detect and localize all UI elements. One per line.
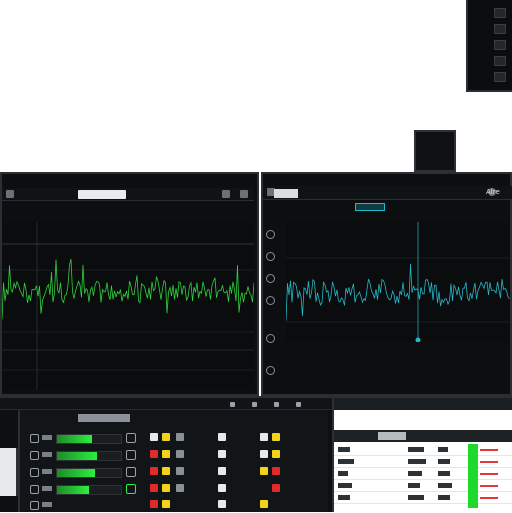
solo-button[interactable] [272, 433, 280, 441]
channel-icon[interactable] [266, 296, 275, 305]
level-meter [56, 485, 122, 495]
right-window-title-chip [274, 189, 298, 198]
option-button[interactable] [176, 433, 184, 441]
device-port-icon [494, 40, 506, 50]
track-list-header-label [378, 432, 406, 440]
channel-icon[interactable] [266, 230, 275, 239]
menu-icon[interactable] [6, 190, 14, 198]
select-button[interactable] [150, 433, 158, 441]
select-button[interactable] [218, 450, 226, 458]
channel-icon[interactable] [30, 434, 39, 443]
status-indicator [480, 485, 498, 487]
channel-row [20, 430, 326, 446]
select-button[interactable] [218, 484, 226, 492]
channel-icon[interactable] [266, 252, 275, 261]
level-meter [56, 451, 122, 461]
channel-icon[interactable] [30, 485, 39, 494]
channel-row [20, 497, 326, 513]
solo-button[interactable] [162, 433, 170, 441]
right-window-corner-label: Alre [486, 188, 500, 196]
mute-icon[interactable] [126, 484, 136, 494]
right-waveform [286, 222, 510, 342]
channel-icon[interactable] [266, 334, 275, 343]
record-arm-button[interactable] [150, 484, 158, 492]
option-button[interactable] [176, 484, 184, 492]
status-indicator [480, 449, 498, 451]
device-port-icon [494, 56, 506, 66]
channel-row [20, 481, 326, 497]
select-button[interactable] [218, 433, 226, 441]
channel-row [20, 464, 326, 480]
status-indicator [480, 461, 498, 463]
channel-label [42, 469, 52, 474]
record-arm-button[interactable] [272, 484, 280, 492]
loop-icon[interactable] [296, 402, 301, 407]
solo-button[interactable] [162, 450, 170, 458]
option-button[interactable] [176, 467, 184, 475]
left-window-toolbar [2, 188, 254, 201]
solo-button[interactable] [272, 450, 280, 458]
solo-button[interactable] [162, 484, 170, 492]
channel-icon[interactable] [30, 501, 39, 510]
channel-icon[interactable] [266, 274, 275, 283]
mute-icon[interactable] [126, 450, 136, 460]
channel-icon[interactable] [30, 451, 39, 460]
right-window-toolbar [263, 186, 512, 200]
channel-label [42, 502, 52, 507]
select-button[interactable] [260, 433, 268, 441]
status-indicator [480, 497, 498, 499]
console-title [78, 414, 130, 422]
device-port-icon [494, 24, 506, 34]
side-widget [0, 448, 18, 496]
status-column [468, 444, 478, 508]
device-port-icon [494, 8, 506, 18]
play-icon[interactable] [230, 402, 235, 407]
track-list-header [334, 430, 512, 442]
select-button[interactable] [218, 467, 226, 475]
device-port-icon [494, 72, 506, 82]
left-window-title [78, 190, 126, 199]
solo-button[interactable] [162, 467, 170, 475]
track-list-toolbar [334, 398, 512, 410]
status-indicator [480, 473, 498, 475]
tab-active[interactable] [355, 203, 385, 211]
record-arm-button[interactable] [272, 467, 280, 475]
solo-button[interactable] [260, 500, 268, 508]
solo-button[interactable] [260, 467, 268, 475]
level-meter [56, 434, 122, 444]
level-meter [56, 468, 122, 478]
record-icon[interactable] [274, 402, 279, 407]
hardware-device [466, 0, 512, 92]
option-button[interactable] [176, 450, 184, 458]
channel-label [42, 486, 52, 491]
record-arm-button[interactable] [150, 467, 158, 475]
close-icon[interactable] [240, 190, 248, 198]
mute-icon[interactable] [126, 467, 136, 477]
device-stand [414, 130, 456, 172]
mute-icon[interactable] [126, 433, 136, 443]
solo-button[interactable] [162, 500, 170, 508]
channel-label [42, 435, 52, 440]
stop-icon[interactable] [252, 402, 257, 407]
settings-icon[interactable] [222, 190, 230, 198]
record-arm-button[interactable] [150, 450, 158, 458]
select-button[interactable] [218, 500, 226, 508]
select-button[interactable] [260, 450, 268, 458]
channel-label [42, 452, 52, 457]
channel-icon[interactable] [266, 366, 275, 375]
record-arm-button[interactable] [150, 500, 158, 508]
channel-row [20, 447, 326, 463]
channel-icon[interactable] [30, 468, 39, 477]
left-waveform [2, 222, 254, 390]
